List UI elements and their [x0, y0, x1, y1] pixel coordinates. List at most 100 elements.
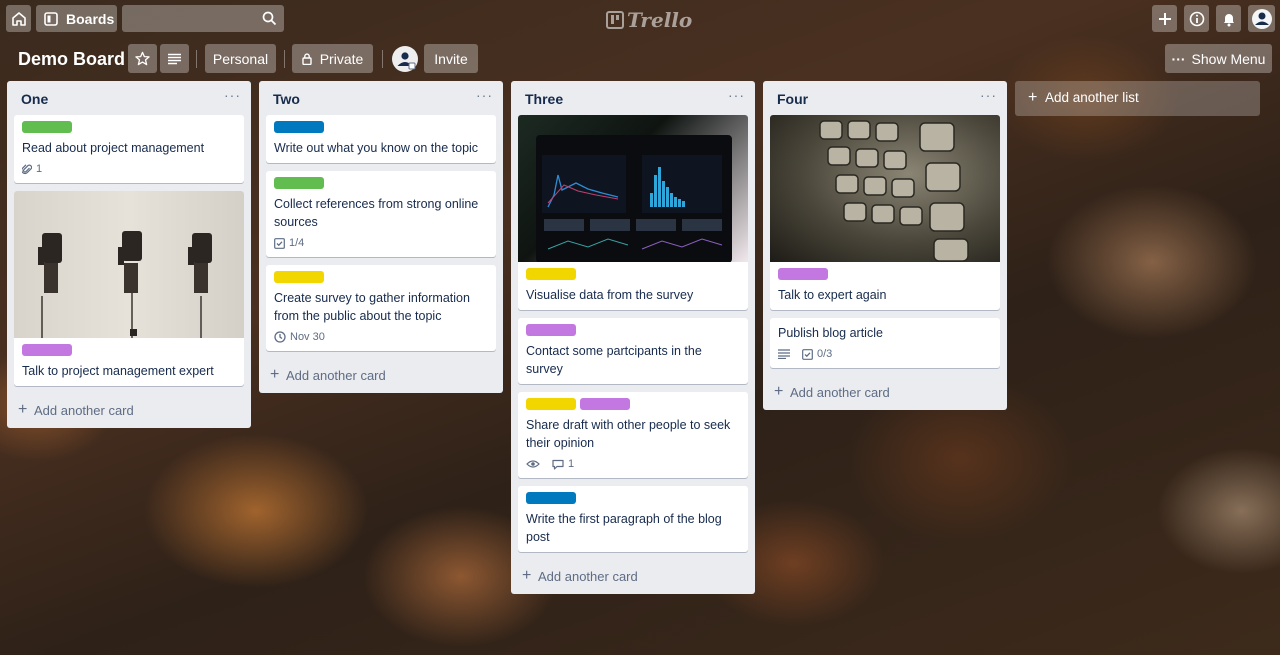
- purple-label: [580, 398, 630, 410]
- card[interactable]: Talk to expert again: [770, 115, 1000, 310]
- notifications-button[interactable]: [1216, 5, 1241, 32]
- list-title[interactable]: Four: [777, 91, 808, 107]
- card[interactable]: Collect references from strong online so…: [266, 171, 496, 257]
- card[interactable]: Write the first paragraph of the blog po…: [518, 486, 748, 552]
- description-icon: [778, 349, 790, 359]
- checklist-count: 1/4: [289, 237, 305, 249]
- card-title: Talk to project management expert: [22, 364, 214, 378]
- attachment-badge: 1: [22, 163, 42, 175]
- checklist-badge: 0/3: [802, 348, 832, 360]
- boards-label: Boards: [66, 10, 115, 27]
- blue-label: [526, 492, 576, 504]
- add-card-button[interactable]: + Add another card: [511, 560, 755, 594]
- avatar-icon: [1251, 8, 1272, 29]
- list-one: One ··· Read about project management 1: [7, 81, 251, 428]
- add-card-label: Add another card: [538, 569, 638, 584]
- trello-logo-icon: [606, 11, 624, 29]
- list-title[interactable]: Three: [525, 91, 563, 107]
- card[interactable]: Visualise data from the survey: [518, 115, 748, 310]
- create-button[interactable]: [1152, 5, 1177, 32]
- card[interactable]: Share draft with other people to seek th…: [518, 392, 748, 478]
- list-menu-icon[interactable]: ···: [476, 87, 493, 103]
- boards-button[interactable]: Boards: [36, 5, 117, 32]
- team-button[interactable]: Personal: [205, 44, 276, 73]
- board-member-avatar[interactable]: [392, 46, 418, 72]
- checklist-icon: [274, 237, 285, 249]
- board-title[interactable]: Demo Board: [18, 49, 125, 70]
- card-title: Create survey to gather information from…: [274, 291, 470, 323]
- more-icon: ···: [1171, 50, 1186, 67]
- list-header: Two ···: [259, 81, 503, 113]
- due-date-badge: Nov 30: [274, 331, 325, 343]
- home-button[interactable]: [6, 5, 31, 32]
- list-menu-icon[interactable]: ···: [224, 87, 241, 103]
- yellow-label: [526, 398, 576, 410]
- plus-icon: +: [18, 401, 28, 418]
- add-card-button[interactable]: + Add another card: [259, 359, 503, 393]
- plus-icon: +: [270, 366, 280, 383]
- board-description-button[interactable]: [160, 44, 189, 73]
- avatar-icon: [397, 52, 416, 70]
- home-icon: [11, 11, 26, 26]
- list-title[interactable]: Two: [273, 91, 300, 107]
- divider: [196, 50, 197, 68]
- search-icon[interactable]: [262, 11, 277, 26]
- member-avatar-button[interactable]: [1248, 5, 1275, 32]
- list-three: Three ··· Visualise data from the survey…: [511, 81, 755, 594]
- add-card-label: Add another card: [286, 368, 386, 383]
- card-cover-image: [14, 191, 244, 338]
- search-box[interactable]: [122, 5, 284, 32]
- list-title[interactable]: One: [21, 91, 48, 107]
- card-title: Collect references from strong online so…: [274, 197, 479, 229]
- card-title: Write out what you know on the topic: [274, 141, 479, 155]
- visibility-button[interactable]: Private: [292, 44, 373, 73]
- add-list-button[interactable]: + Add another list: [1015, 81, 1260, 116]
- trello-logo[interactable]: Trello: [606, 8, 692, 32]
- checklist-badge: 1/4: [274, 237, 304, 249]
- green-label: [22, 121, 72, 133]
- card-title: Contact some partcipants in the survey: [526, 344, 702, 376]
- add-card-button[interactable]: + Add another card: [7, 394, 251, 428]
- add-card-label: Add another card: [34, 403, 134, 418]
- list-menu-icon[interactable]: ···: [980, 87, 997, 103]
- add-card-label: Add another card: [790, 385, 890, 400]
- list-header: Four ···: [763, 81, 1007, 113]
- search-input[interactable]: [122, 5, 274, 32]
- card[interactable]: Create survey to gather information from…: [266, 265, 496, 351]
- show-menu-label: Show Menu: [1191, 50, 1266, 67]
- card[interactable]: Read about project management 1: [14, 115, 244, 183]
- card[interactable]: Publish blog article 0/3: [770, 318, 1000, 368]
- add-card-button[interactable]: + Add another card: [763, 376, 1007, 410]
- purple-label: [778, 268, 828, 280]
- card[interactable]: Write out what you know on the topic: [266, 115, 496, 163]
- visibility-label: Private: [319, 50, 364, 67]
- list-header: One ···: [7, 81, 251, 113]
- clock-icon: [274, 331, 286, 343]
- due-date: Nov 30: [290, 331, 325, 343]
- add-list-label: Add another list: [1045, 90, 1139, 105]
- info-button[interactable]: [1184, 5, 1209, 32]
- board-header: Demo Board Personal Private Invite ··· S…: [0, 40, 1280, 76]
- top-header: Boards Trello: [0, 0, 1280, 36]
- card-title: Publish blog article: [778, 326, 883, 340]
- bell-icon: [1223, 13, 1234, 26]
- green-label: [274, 177, 324, 189]
- invite-button[interactable]: Invite: [424, 44, 478, 73]
- card[interactable]: Talk to project management expert: [14, 191, 244, 386]
- list-four: Four ··· Talk to expert again Publish bl…: [763, 81, 1007, 410]
- plus-icon: +: [522, 567, 532, 584]
- divider: [382, 50, 383, 68]
- watching-badge: [526, 459, 540, 469]
- info-icon: [1189, 11, 1204, 26]
- purple-label: [526, 324, 576, 336]
- show-menu-button[interactable]: ··· Show Menu: [1165, 44, 1272, 73]
- checklist-icon: [802, 348, 813, 360]
- card-title: Visualise data from the survey: [526, 288, 694, 302]
- plus-icon: +: [774, 383, 784, 400]
- star-button[interactable]: [128, 44, 157, 73]
- card[interactable]: Contact some partcipants in the survey: [518, 318, 748, 384]
- boards-icon: [44, 11, 58, 26]
- star-icon: [135, 51, 150, 66]
- description-badge: [778, 349, 790, 359]
- list-menu-icon[interactable]: ···: [728, 87, 745, 103]
